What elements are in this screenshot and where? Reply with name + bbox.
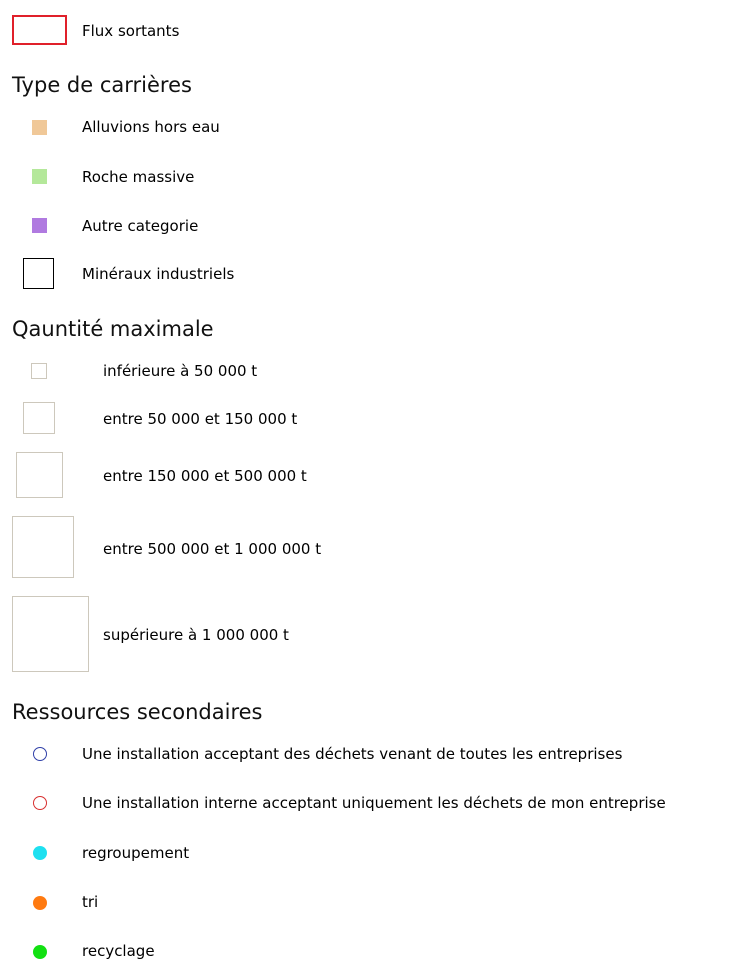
ressources-secondaires-title: Ressources secondaires — [12, 700, 263, 724]
installation-interne-icon — [33, 796, 47, 810]
mineraux-industriels-swatch — [23, 258, 54, 289]
quantite-size-3-swatch — [16, 452, 63, 498]
roche-massive-swatch — [32, 169, 47, 184]
tri-icon — [33, 896, 47, 910]
quantite-size-5-label: supérieure à 1 000 000 t — [103, 626, 289, 644]
quantite-size-3-label: entre 150 000 et 500 000 t — [103, 467, 307, 485]
tri-label: tri — [82, 893, 99, 911]
installation-interne-label: Une installation interne acceptant uniqu… — [82, 794, 666, 812]
regroupement-label: regroupement — [82, 844, 190, 862]
type-carrieres-title: Type de carrières — [12, 73, 192, 97]
alluvions-swatch — [32, 120, 47, 135]
flux-sortants-label: Flux sortants — [82, 22, 180, 40]
quantite-size-2-swatch — [23, 402, 55, 434]
installation-toutes-entreprises-label: Une installation acceptant des déchets v… — [82, 745, 623, 763]
mineraux-industriels-label: Minéraux industriels — [82, 265, 235, 283]
flux-sortants-swatch — [12, 15, 67, 45]
quantite-size-1-swatch — [31, 363, 47, 379]
quantite-size-4-label: entre 500 000 et 1 000 000 t — [103, 540, 322, 558]
quantite-size-2-label: entre 50 000 et 150 000 t — [103, 410, 298, 428]
autre-categorie-swatch — [32, 218, 47, 233]
quantite-size-1-label: inférieure à 50 000 t — [103, 362, 258, 380]
autre-categorie-label: Autre categorie — [82, 217, 199, 235]
recyclage-icon — [33, 945, 47, 959]
recyclage-label: recyclage — [82, 942, 155, 960]
alluvions-label: Alluvions hors eau — [82, 118, 220, 136]
installation-toutes-entreprises-icon — [33, 747, 47, 761]
quantite-maximale-title: Qauntité maximale — [12, 317, 214, 341]
quantite-size-5-swatch — [12, 596, 89, 672]
roche-massive-label: Roche massive — [82, 168, 195, 186]
regroupement-icon — [33, 846, 47, 860]
quantite-size-4-swatch — [12, 516, 74, 578]
